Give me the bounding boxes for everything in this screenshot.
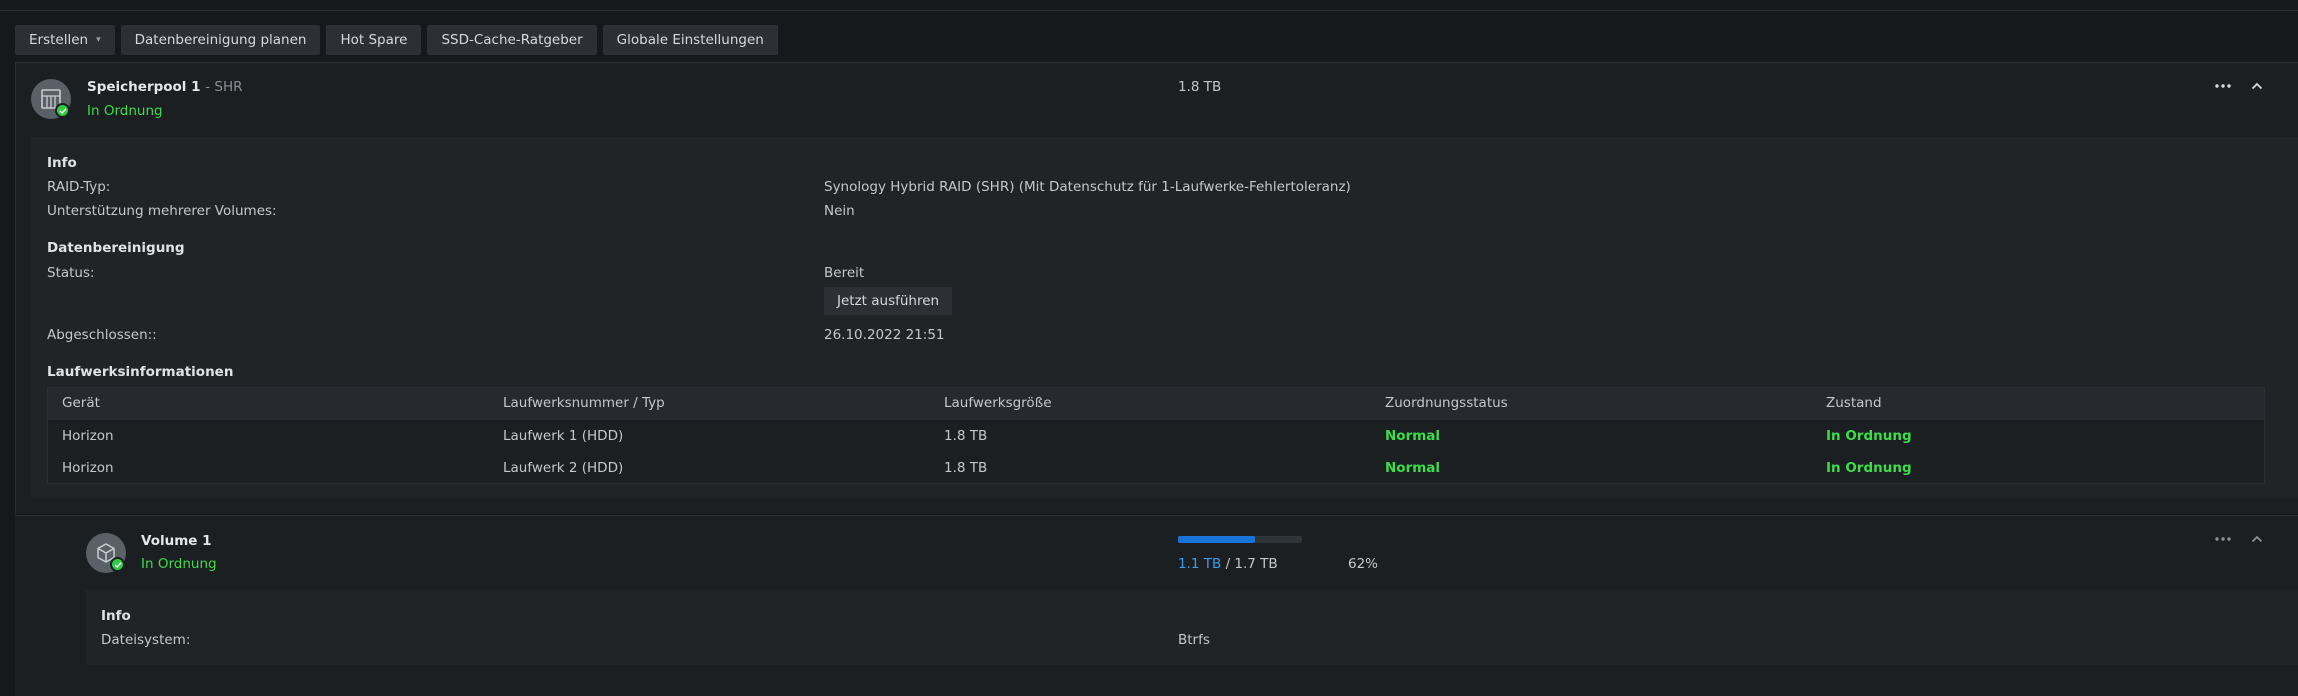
drive-number: Laufwerk 1 (HDD): [503, 428, 624, 444]
scrub-completed-value: 26.10.2022 21:51: [824, 327, 945, 343]
pool-info-heading: Info: [47, 155, 77, 171]
check-badge-icon: [110, 557, 125, 572]
check-badge-icon: [55, 103, 70, 118]
column-header-allocation[interactable]: Zuordnungsstatus: [1385, 395, 1508, 411]
storage-pool-name: Speicherpool 1: [87, 79, 201, 95]
more-horizontal-icon[interactable]: [2214, 78, 2232, 98]
toolbar: Erstellen ▾ Datenbereinigung planen Hot …: [15, 25, 778, 55]
drive-health-status: In Ordnung: [1826, 460, 1912, 476]
filesystem-label: Dateisystem:: [101, 632, 191, 648]
volume-status: In Ordnung: [141, 556, 217, 572]
drive-table-header: Gerät Laufwerksnummer / Typ Laufwerksgrö…: [48, 388, 2264, 420]
create-button[interactable]: Erstellen ▾: [15, 25, 115, 55]
drive-info-heading: Laufwerksinformationen: [47, 364, 234, 380]
storage-pool-status: In Ordnung: [87, 103, 163, 119]
chevron-up-icon[interactable]: [2250, 531, 2264, 551]
hot-spare-button[interactable]: Hot Spare: [326, 25, 422, 55]
global-settings-button[interactable]: Globale Einstellungen: [602, 25, 778, 55]
column-header-size[interactable]: Laufwerksgröße: [944, 395, 1052, 411]
volume-usage-text: 1.1 TB / 1.7 TB: [1178, 556, 1278, 572]
volume-usage-separator: /: [1221, 556, 1235, 572]
drive-health-status: In Ordnung: [1826, 428, 1912, 444]
volume-usage-bar: [1178, 536, 1302, 543]
drive-allocation-status: Normal: [1385, 428, 1441, 444]
scrub-completed-label: Abgeschlossen::: [47, 327, 157, 343]
scrub-heading: Datenbereinigung: [47, 240, 185, 256]
drive-size: 1.8 TB: [944, 460, 988, 476]
run-now-button[interactable]: Jetzt ausführen: [824, 287, 953, 315]
drive-size: 1.8 TB: [944, 428, 988, 444]
drive-device: Horizon: [62, 428, 114, 444]
volume-total: 1.7 TB: [1234, 556, 1278, 572]
drive-number: Laufwerk 2 (HDD): [503, 460, 624, 476]
storage-pool-title: Speicherpool 1 - SHR: [87, 79, 243, 95]
volume-name: Volume 1: [141, 533, 212, 549]
caret-down-icon: ▾: [96, 35, 101, 45]
volume-usage-percent: 62%: [1348, 556, 1379, 572]
multi-volume-label: Unterstützung mehrerer Volumes:: [47, 203, 277, 219]
storage-pool-size: 1.8 TB: [1178, 79, 1222, 95]
column-header-health[interactable]: Zustand: [1826, 395, 1882, 411]
volume-usage-fill: [1178, 536, 1255, 543]
drive-table: Gerät Laufwerksnummer / Typ Laufwerksgrö…: [47, 387, 2265, 484]
multi-volume-value: Nein: [824, 203, 855, 219]
volume-details: [86, 590, 2298, 665]
column-header-drive[interactable]: Laufwerksnummer / Typ: [503, 395, 665, 411]
scrub-status-label: Status:: [47, 265, 95, 281]
filesystem-value: Btrfs: [1178, 632, 1210, 648]
volume-used: 1.1 TB: [1178, 556, 1222, 572]
schedule-scrub-button[interactable]: Datenbereinigung planen: [120, 25, 321, 55]
raid-type-label: RAID-Typ:: [47, 179, 111, 195]
create-button-label: Erstellen: [29, 32, 89, 48]
volume-info-heading: Info: [101, 608, 131, 624]
top-divider: [0, 10, 2298, 11]
column-header-device[interactable]: Gerät: [62, 395, 100, 411]
more-horizontal-icon[interactable]: [2214, 531, 2232, 551]
chevron-up-icon[interactable]: [2250, 78, 2264, 98]
scrub-status-value: Bereit: [824, 265, 865, 281]
drive-allocation-status: Normal: [1385, 460, 1441, 476]
raid-type-value: Synology Hybrid RAID (SHR) (Mit Datensch…: [824, 179, 1351, 195]
storage-pool-type: - SHR: [205, 79, 243, 95]
ssd-cache-advisor-button[interactable]: SSD-Cache-Ratgeber: [427, 25, 597, 55]
drive-device: Horizon: [62, 460, 114, 476]
